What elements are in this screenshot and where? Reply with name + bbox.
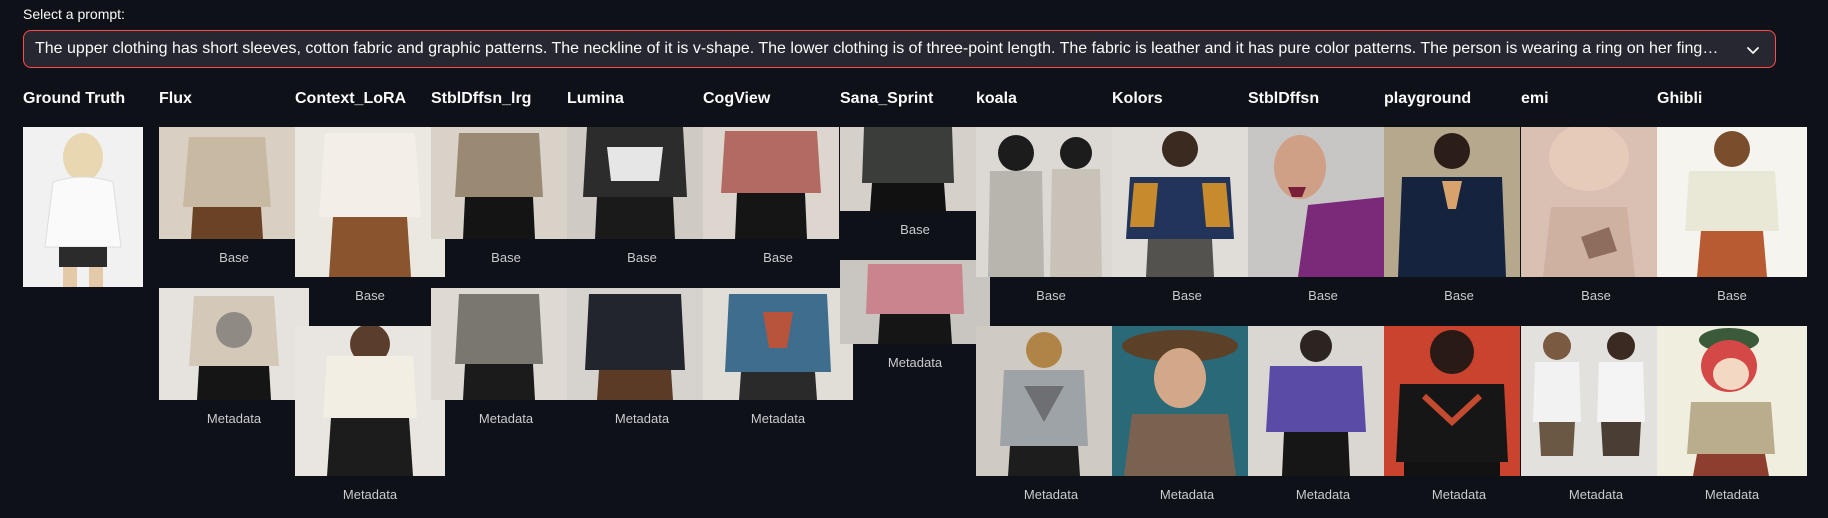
cogview-base-caption: Base: [763, 250, 793, 265]
koala-metadata-caption: Metadata: [1023, 487, 1079, 502]
context-lora-base-caption: Base: [355, 288, 385, 303]
stbldffsn-base-image: [1248, 127, 1384, 277]
column-header-cogview: CogView: [703, 90, 771, 107]
flux-base-caption: Base: [219, 250, 249, 265]
stbldffsn-base-caption: Base: [1308, 288, 1338, 303]
column-header-koala: koala: [976, 90, 1017, 107]
ground-truth-image: [23, 127, 143, 287]
kolors-base-image: [1112, 127, 1248, 277]
ghibli-metadata-image: [1657, 326, 1807, 476]
column-header-playground: playground: [1384, 90, 1472, 107]
kolors-metadata-image: [1112, 326, 1248, 476]
ghibli-metadata-caption: Metadata: [1704, 487, 1760, 502]
cogview-base-image: [703, 127, 839, 239]
column-header-emi: emi: [1521, 90, 1549, 107]
column-header-flux: Flux: [159, 90, 192, 107]
lumina-metadata-image: [567, 288, 703, 400]
sana-sprint-base-image: [840, 127, 976, 211]
flux-base-image: [159, 127, 295, 239]
prompt-select-value: The upper clothing has short sleeves, co…: [35, 40, 1727, 57]
column-header-ghibli: Ghibli: [1657, 90, 1703, 107]
stbldffsn-lrg-base-image: [431, 127, 567, 239]
emi-metadata-caption: Metadata: [1568, 487, 1624, 502]
koala-metadata-image: [976, 326, 1112, 476]
ghibli-base-caption: Base: [1717, 288, 1747, 303]
lumina-metadata-caption: Metadata: [614, 411, 670, 426]
cogview-metadata-caption: Metadata: [750, 411, 806, 426]
playground-base-caption: Base: [1444, 288, 1474, 303]
stbldffsn-lrg-base-caption: Base: [491, 250, 521, 265]
koala-base-image: [976, 127, 1112, 277]
sana-sprint-base-caption: Base: [900, 222, 930, 237]
flux-metadata-caption: Metadata: [206, 411, 262, 426]
chevron-down-icon[interactable]: [1745, 42, 1761, 58]
kolors-metadata-caption: Metadata: [1159, 487, 1215, 502]
kolors-base-caption: Base: [1172, 288, 1202, 303]
sana-sprint-metadata-image: [840, 260, 990, 344]
column-header-kolors: Kolors: [1112, 90, 1163, 107]
lumina-base-image: [567, 127, 703, 239]
column-header-stbldffsn: StblDffsn: [1248, 90, 1320, 107]
cogview-metadata-image: [703, 288, 853, 400]
column-header-ground-truth: Ground Truth: [23, 90, 126, 107]
context-lora-metadata-image: [295, 326, 445, 476]
koala-base-caption: Base: [1036, 288, 1066, 303]
emi-metadata-image: [1521, 326, 1657, 476]
prompt-label: Select a prompt:: [23, 6, 125, 22]
playground-metadata-caption: Metadata: [1431, 487, 1487, 502]
column-header-lumina: Lumina: [567, 90, 624, 107]
emi-base-image: [1521, 127, 1657, 277]
column-header-context-lora: Context_LoRA: [295, 90, 407, 107]
column-header-sana-sprint: Sana_Sprint: [840, 90, 934, 107]
stbldffsn-lrg-metadata-caption: Metadata: [478, 411, 534, 426]
stbldffsn-metadata-caption: Metadata: [1295, 487, 1351, 502]
emi-base-caption: Base: [1581, 288, 1611, 303]
playground-base-image: [1384, 127, 1520, 277]
prompt-select[interactable]: The upper clothing has short sleeves, co…: [23, 30, 1776, 68]
context-lora-metadata-caption: Metadata: [342, 487, 398, 502]
stbldffsn-metadata-image: [1248, 326, 1384, 476]
sana-sprint-metadata-caption: Metadata: [887, 355, 943, 370]
stbldffsn-lrg-metadata-image: [431, 288, 567, 400]
lumina-base-caption: Base: [627, 250, 657, 265]
ghibli-base-image: [1657, 127, 1807, 277]
column-header-stbldffsn-lrg: StblDffsn_lrg: [431, 90, 532, 107]
flux-metadata-image: [159, 288, 309, 400]
playground-metadata-image: [1384, 326, 1520, 476]
context-lora-base-image: [295, 127, 445, 277]
